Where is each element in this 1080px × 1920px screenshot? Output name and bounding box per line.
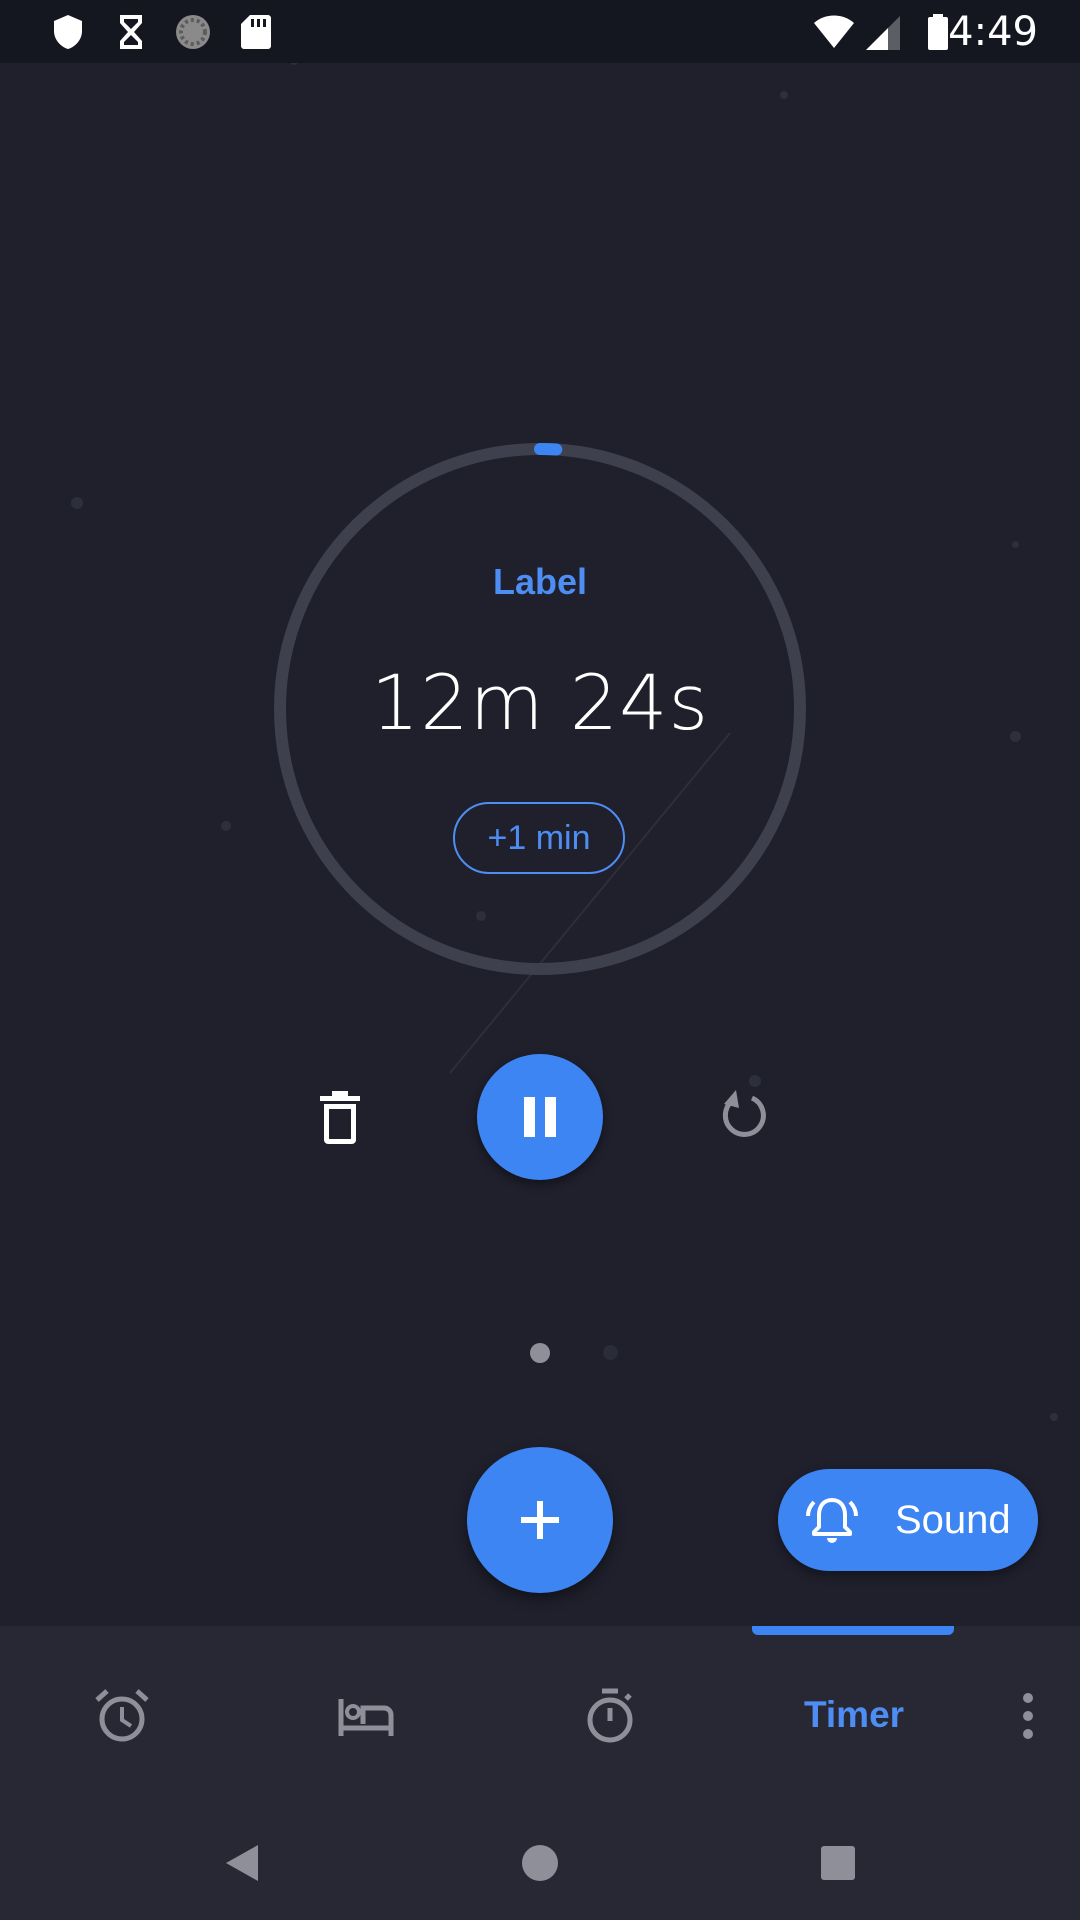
tab-alarm[interactable] (0, 1626, 244, 1805)
tab-timer-label: Timer (803, 1694, 905, 1735)
bed-icon (336, 1686, 396, 1746)
back-icon (226, 1845, 258, 1881)
hourglass-icon (111, 12, 151, 52)
bottom-tab-bar: Timer (0, 1626, 1080, 1805)
background-dot (71, 497, 83, 509)
sync-icon (173, 12, 213, 52)
delete-timer-button[interactable] (308, 1084, 372, 1148)
bell-icon (806, 1494, 858, 1546)
recents-button[interactable] (808, 1833, 868, 1893)
background-dot (221, 821, 231, 831)
back-button[interactable] (212, 1833, 272, 1893)
system-navigation-bar (0, 1805, 1080, 1920)
page-indicator-dot-active (530, 1343, 550, 1363)
reset-timer-button[interactable] (708, 1084, 772, 1148)
add-one-minute-button[interactable]: +1 min (453, 802, 625, 874)
sound-button-label: Sound (895, 1498, 1011, 1542)
background-dot (1050, 1413, 1058, 1421)
tab-timer[interactable]: Timer (732, 1626, 976, 1805)
tab-bedtime[interactable] (244, 1626, 488, 1805)
cell-signal-icon (864, 12, 904, 52)
add-timer-button[interactable] (467, 1447, 613, 1593)
sound-button[interactable]: Sound (778, 1469, 1038, 1571)
status-bar: 4:49 (0, 0, 1080, 63)
stopwatch-icon (580, 1686, 640, 1746)
reset-icon (722, 1090, 766, 1137)
background-dot (780, 91, 788, 99)
delete-icon (320, 1091, 360, 1144)
more-vert-icon (1023, 1693, 1033, 1739)
recents-icon (821, 1846, 855, 1880)
home-icon (522, 1845, 558, 1881)
status-time: 4:49 (948, 9, 1038, 55)
background-dot (290, 63, 298, 65)
plus-icon (521, 1501, 559, 1539)
wifi-icon (812, 12, 856, 52)
tab-stopwatch[interactable] (488, 1626, 732, 1805)
alarm-clock-icon (92, 1686, 152, 1746)
pause-button[interactable] (477, 1054, 603, 1180)
home-button[interactable] (510, 1833, 570, 1893)
shield-icon (48, 12, 88, 52)
page-indicator-dot (603, 1345, 618, 1360)
timer-remaining-time[interactable]: 12m 24s (340, 655, 740, 751)
background-dot (1010, 731, 1021, 742)
sd-card-icon (236, 12, 276, 52)
timer-label[interactable]: Label (440, 558, 640, 606)
background-dot (1012, 541, 1019, 548)
more-options-button[interactable] (1004, 1686, 1052, 1746)
pause-icon (524, 1097, 556, 1137)
